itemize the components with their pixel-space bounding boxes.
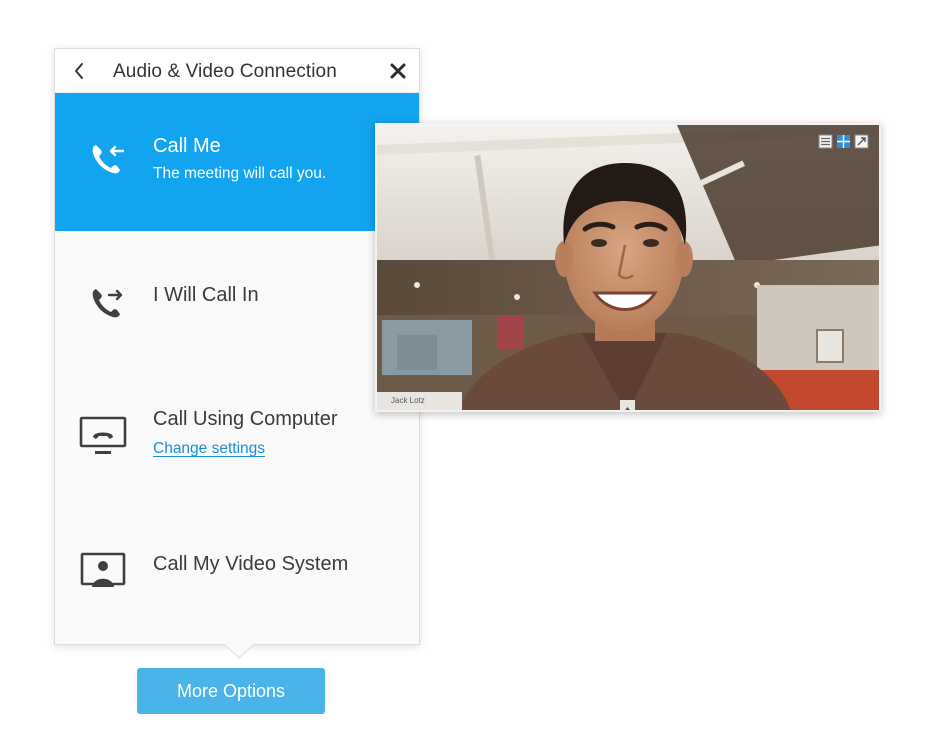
more-options-button[interactable]: More Options xyxy=(137,668,325,714)
list-view-icon[interactable] xyxy=(818,134,833,149)
stage: Audio & Video Connection Call Me The mee… xyxy=(0,0,930,738)
i-will-call-in-label: I Will Call In xyxy=(153,284,259,306)
close-button[interactable] xyxy=(387,60,409,82)
chevron-left-icon xyxy=(75,63,83,79)
video-feed xyxy=(377,125,879,410)
video-controls xyxy=(818,134,869,150)
option-i-will-call-in[interactable]: I Will Call In xyxy=(55,231,419,371)
panel-header: Audio & Video Connection xyxy=(55,49,419,93)
call-me-label: Call Me xyxy=(153,135,221,157)
change-settings-link[interactable]: Change settings xyxy=(153,440,265,458)
phone-incoming-icon xyxy=(92,145,125,174)
call-using-computer-label: Call Using Computer xyxy=(153,408,338,430)
audio-video-connection-panel: Audio & Video Connection Call Me The mee… xyxy=(54,48,420,645)
option-call-me[interactable]: Call Me The meeting will call you. xyxy=(55,93,419,231)
call-me-sublabel: The meeting will call you. xyxy=(153,165,327,182)
back-button[interactable] xyxy=(69,59,91,83)
close-icon xyxy=(390,63,406,79)
option-call-using-computer[interactable]: Call Using Computer Change settings xyxy=(55,371,419,511)
panel-pointer-caret xyxy=(224,644,254,659)
call-my-video-system-label: Call My Video System xyxy=(153,553,349,575)
fullscreen-icon[interactable] xyxy=(854,134,869,149)
participant-name-tag: Jack Lotz xyxy=(377,392,462,410)
expand-handle[interactable] xyxy=(620,400,635,410)
grid-view-icon[interactable] xyxy=(836,134,851,149)
chevron-up-icon xyxy=(625,407,630,410)
computer-phone-icon xyxy=(79,416,127,454)
panel-title: Audio & Video Connection xyxy=(113,61,337,82)
video-preview-window: Jack Lotz xyxy=(375,123,881,412)
option-call-my-video-system[interactable]: Call My Video System xyxy=(55,511,419,645)
phone-outgoing-icon xyxy=(92,289,123,318)
video-system-icon xyxy=(80,552,126,587)
